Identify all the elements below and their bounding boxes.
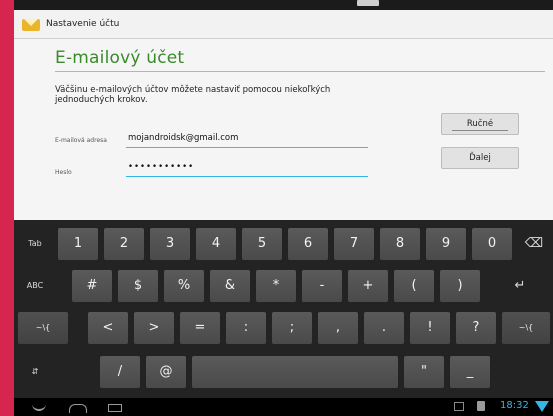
key-question[interactable]: ? — [456, 312, 496, 344]
onscreen-keyboard: Tab 1 2 3 4 5 6 7 8 9 0 ⌫ ABC # $ % & * … — [14, 220, 553, 398]
key-8[interactable]: 8 — [380, 228, 420, 260]
key-tab[interactable]: Tab — [18, 228, 52, 260]
key-at[interactable]: @ — [146, 356, 186, 388]
key-comma[interactable]: , — [318, 312, 358, 344]
key-underscore[interactable]: _ — [450, 356, 490, 388]
key-2[interactable]: 2 — [104, 228, 144, 260]
account-setup-panel: E-mailový účet Väčšinu e-mailových účtov… — [14, 39, 553, 220]
key-4[interactable]: 4 — [196, 228, 236, 260]
key-open-paren[interactable]: ( — [394, 270, 434, 302]
status-strip — [14, 0, 553, 10]
backspace-key[interactable]: ⌫ — [518, 228, 550, 260]
key-period[interactable]: . — [364, 312, 404, 344]
clock: 18:32 — [500, 400, 529, 411]
key-7[interactable]: 7 — [334, 228, 374, 260]
recent-apps-icon[interactable] — [108, 404, 122, 412]
key-less-than[interactable]: < — [88, 312, 128, 344]
key-exclamation[interactable]: ! — [410, 312, 450, 344]
key-greater-than[interactable]: > — [134, 312, 174, 344]
key-6[interactable]: 6 — [288, 228, 328, 260]
gallery-notification-icon — [454, 402, 464, 411]
space-key[interactable] — [192, 356, 398, 388]
manual-setup-button[interactable]: Ručné — [441, 113, 519, 135]
key-abc[interactable]: ABC — [18, 270, 52, 302]
key-minus[interactable]: - — [302, 270, 342, 302]
home-icon[interactable] — [69, 404, 87, 413]
title-divider — [55, 71, 545, 72]
back-icon[interactable] — [32, 403, 46, 411]
key-colon[interactable]: : — [226, 312, 266, 344]
mail-icon[interactable] — [22, 16, 40, 32]
key-settings[interactable]: ⇵ — [18, 356, 52, 388]
key-percent[interactable]: % — [164, 270, 204, 302]
next-button[interactable]: Ďalej — [441, 147, 519, 169]
key-semicolon[interactable]: ; — [272, 312, 312, 344]
key-5[interactable]: 5 — [242, 228, 282, 260]
intro-text: Väčšinu e-mailových účtov môžete nastavi… — [55, 85, 331, 105]
key-asterisk[interactable]: * — [256, 270, 296, 302]
key-0[interactable]: 0 — [472, 228, 512, 260]
email-field[interactable]: mojandroidsk@gmail.com — [126, 133, 368, 148]
key-9[interactable]: 9 — [426, 228, 466, 260]
key-plus[interactable]: + — [348, 270, 388, 302]
password-field[interactable]: ••••••••••• — [126, 162, 368, 177]
key-quote[interactable]: " — [404, 356, 444, 388]
store-notification-icon — [477, 401, 485, 411]
key-close-paren[interactable]: ) — [440, 270, 480, 302]
key-hash[interactable]: # — [72, 270, 112, 302]
photo-edge-left — [0, 0, 14, 416]
action-bar: Nastavenie účtu — [14, 10, 553, 39]
wifi-icon — [535, 401, 549, 412]
enter-key[interactable]: ↵ — [492, 270, 548, 302]
key-equals[interactable]: = — [180, 312, 220, 344]
key-ampersand[interactable]: & — [210, 270, 250, 302]
status-strip-highlight — [357, 0, 379, 6]
email-label: E-mailová adresa — [55, 137, 107, 144]
key-1[interactable]: 1 — [58, 228, 98, 260]
key-symbols-right[interactable]: ~\{ — [502, 312, 550, 344]
system-nav-bar: 18:32 — [14, 398, 553, 416]
action-bar-title: Nastavenie účtu — [46, 19, 120, 29]
key-symbols-left[interactable]: ~\{ — [18, 312, 68, 344]
key-3[interactable]: 3 — [150, 228, 190, 260]
page-title: E-mailový účet — [55, 48, 185, 68]
key-dollar[interactable]: $ — [118, 270, 158, 302]
key-slash[interactable]: / — [100, 356, 140, 388]
password-label: Heslo — [55, 169, 72, 176]
